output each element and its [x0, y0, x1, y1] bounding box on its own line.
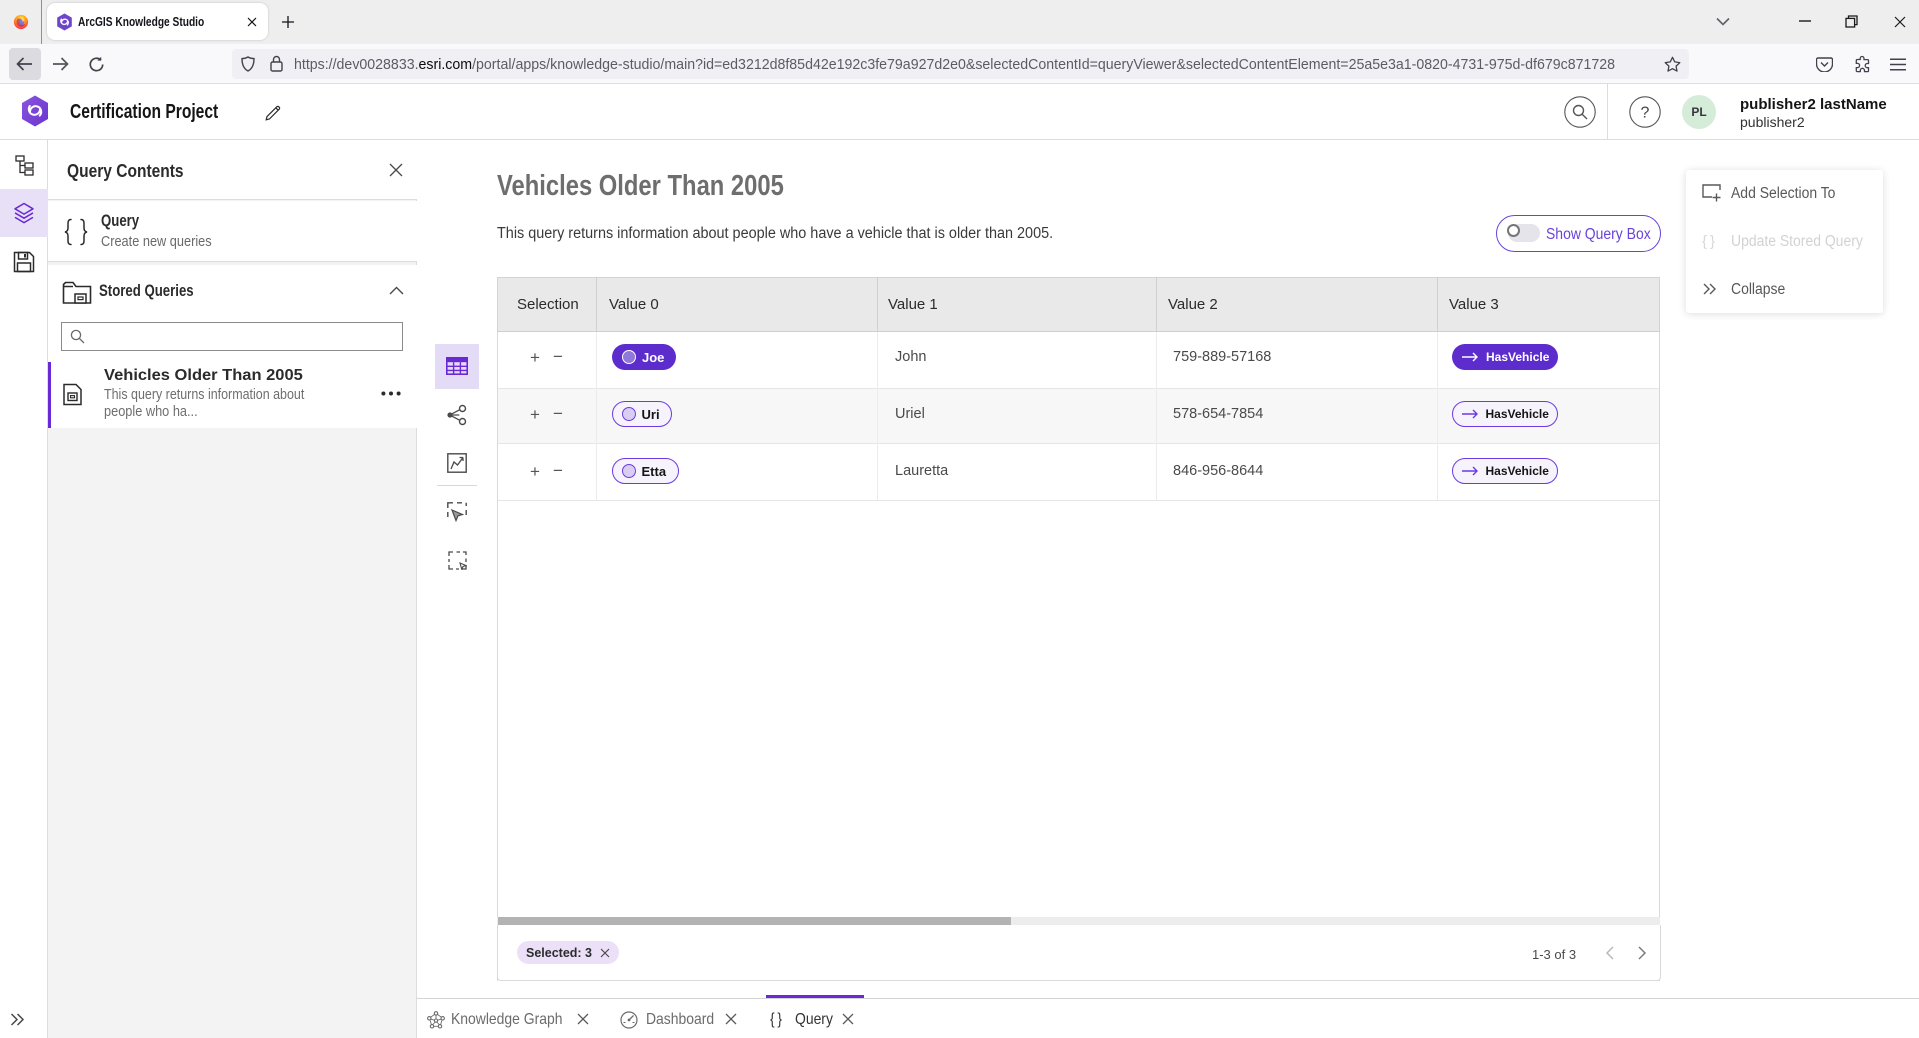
svg-text:?: ? [1641, 105, 1650, 122]
